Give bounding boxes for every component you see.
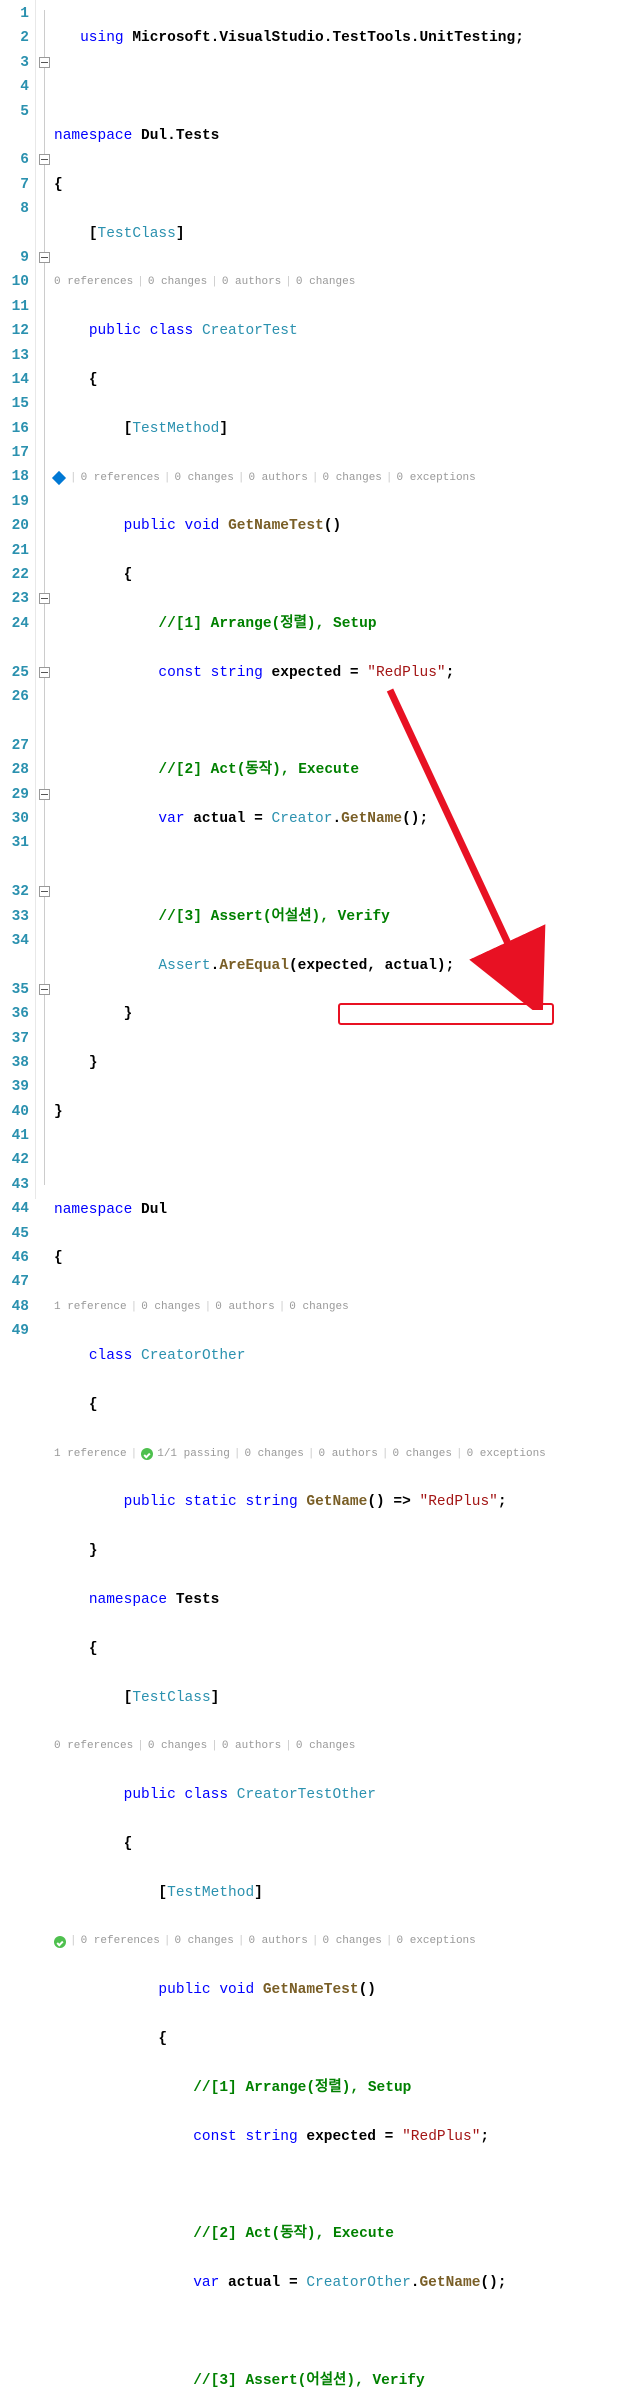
line-number: 5 [0, 100, 29, 124]
line-number: 9 [0, 222, 29, 271]
line-number: 36 [0, 1002, 29, 1026]
line-number: 21 [0, 539, 29, 563]
type-creatorother: CreatorOther [306, 2275, 410, 2291]
keyword-using: using [80, 30, 124, 46]
comment: //[1] Arrange(정렬), Setup [158, 616, 376, 632]
keyword-namespace: namespace [54, 128, 132, 144]
string-literal: "RedPlus" [367, 665, 445, 681]
line-number: 19 [0, 490, 29, 514]
method-getnametest: GetNameTest [228, 518, 324, 534]
keyword-namespace: namespace [54, 1202, 132, 1218]
line-number: 39 [0, 1075, 29, 1099]
line-number: 27 [0, 709, 29, 758]
line-number: 10 [0, 270, 29, 294]
line-number: 12 [0, 319, 29, 343]
line-number: 40 [0, 1100, 29, 1124]
line-number: 6 [0, 124, 29, 173]
line-number: 43 [0, 1173, 29, 1197]
code-content[interactable]: using Microsoft.VisualStudio.TestTools.U… [54, 0, 624, 1199]
line-number: 23 [0, 587, 29, 611]
line-number: 17 [0, 441, 29, 465]
line-number: 2 [0, 26, 29, 50]
codelens[interactable]: |0 references|0 changes|0 authors|0 chan… [54, 1929, 624, 1953]
attribute-testclass: TestClass [98, 226, 176, 242]
codelens[interactable]: 1 reference|0 changes|0 authors|0 change… [54, 1295, 624, 1319]
line-number: 37 [0, 1027, 29, 1051]
line-number: 42 [0, 1148, 29, 1172]
fold-toggle-icon[interactable] [39, 593, 50, 604]
line-number: 29 [0, 783, 29, 807]
check-icon [54, 1936, 66, 1948]
line-number: 20 [0, 514, 29, 538]
line-number: 32 [0, 856, 29, 905]
line-number: 38 [0, 1051, 29, 1075]
line-number: 1 [0, 2, 29, 26]
line-number: 33 [0, 905, 29, 929]
line-number: 30 [0, 807, 29, 831]
line-number: 44 [0, 1197, 29, 1221]
line-number: 46 [0, 1246, 29, 1270]
line-number: 14 [0, 368, 29, 392]
fold-toggle-icon[interactable] [39, 252, 50, 263]
line-number: 28 [0, 758, 29, 782]
line-number-gutter: 1 2 3 4 5 6 7 8 9 10 11 12 13 14 15 16 1… [0, 0, 36, 1199]
line-number: 45 [0, 1222, 29, 1246]
class-creatorother: CreatorOther [132, 1348, 245, 1364]
fold-toggle-icon[interactable] [39, 154, 50, 165]
line-number: 8 [0, 197, 29, 221]
line-number: 34 [0, 929, 29, 953]
line-number: 41 [0, 1124, 29, 1148]
method-getname: GetName [306, 1494, 367, 1510]
fold-toggle-icon[interactable] [39, 789, 50, 800]
line-number: 24 [0, 612, 29, 636]
line-number: 35 [0, 953, 29, 1002]
codelens[interactable]: |0 references|0 changes|0 authors|0 chan… [54, 466, 624, 490]
line-number: 22 [0, 563, 29, 587]
fold-column [36, 0, 54, 1199]
line-number: 25 [0, 636, 29, 685]
class-creatortestother: CreatorTestOther [228, 1787, 376, 1803]
line-number: 16 [0, 417, 29, 441]
line-number: 47 [0, 1270, 29, 1294]
attribute-testmethod: TestMethod [132, 421, 219, 437]
info-icon [52, 471, 66, 485]
line-number: 3 [0, 51, 29, 75]
line-number: 49 [0, 1319, 29, 1343]
comment: //[3] Assert(어설션), Verify [158, 909, 389, 925]
line-number: 18 [0, 465, 29, 489]
codelens[interactable]: 0 references|0 changes|0 authors|0 chang… [54, 1734, 624, 1758]
check-icon [141, 1448, 153, 1460]
line-number: 26 [0, 685, 29, 709]
fold-toggle-icon[interactable] [39, 984, 50, 995]
class-creatortest: CreatorTest [193, 323, 297, 339]
line-number: 11 [0, 295, 29, 319]
line-number: 15 [0, 392, 29, 416]
fold-toggle-icon[interactable] [39, 667, 50, 678]
line-number: 48 [0, 1295, 29, 1319]
comment: //[2] Act(동작), Execute [158, 762, 359, 778]
fold-toggle-icon[interactable] [39, 886, 50, 897]
line-number: 31 [0, 831, 29, 855]
codelens[interactable]: 1 reference|1/1 passing|0 changes|0 auth… [54, 1442, 624, 1466]
line-number: 13 [0, 344, 29, 368]
codelens[interactable]: 0 references|0 changes|0 authors|0 chang… [54, 270, 624, 294]
code-editor[interactable]: 1 2 3 4 5 6 7 8 9 10 11 12 13 14 15 16 1… [0, 0, 624, 1199]
line-number: 7 [0, 173, 29, 197]
fold-toggle-icon[interactable] [39, 57, 50, 68]
line-number: 4 [0, 75, 29, 99]
